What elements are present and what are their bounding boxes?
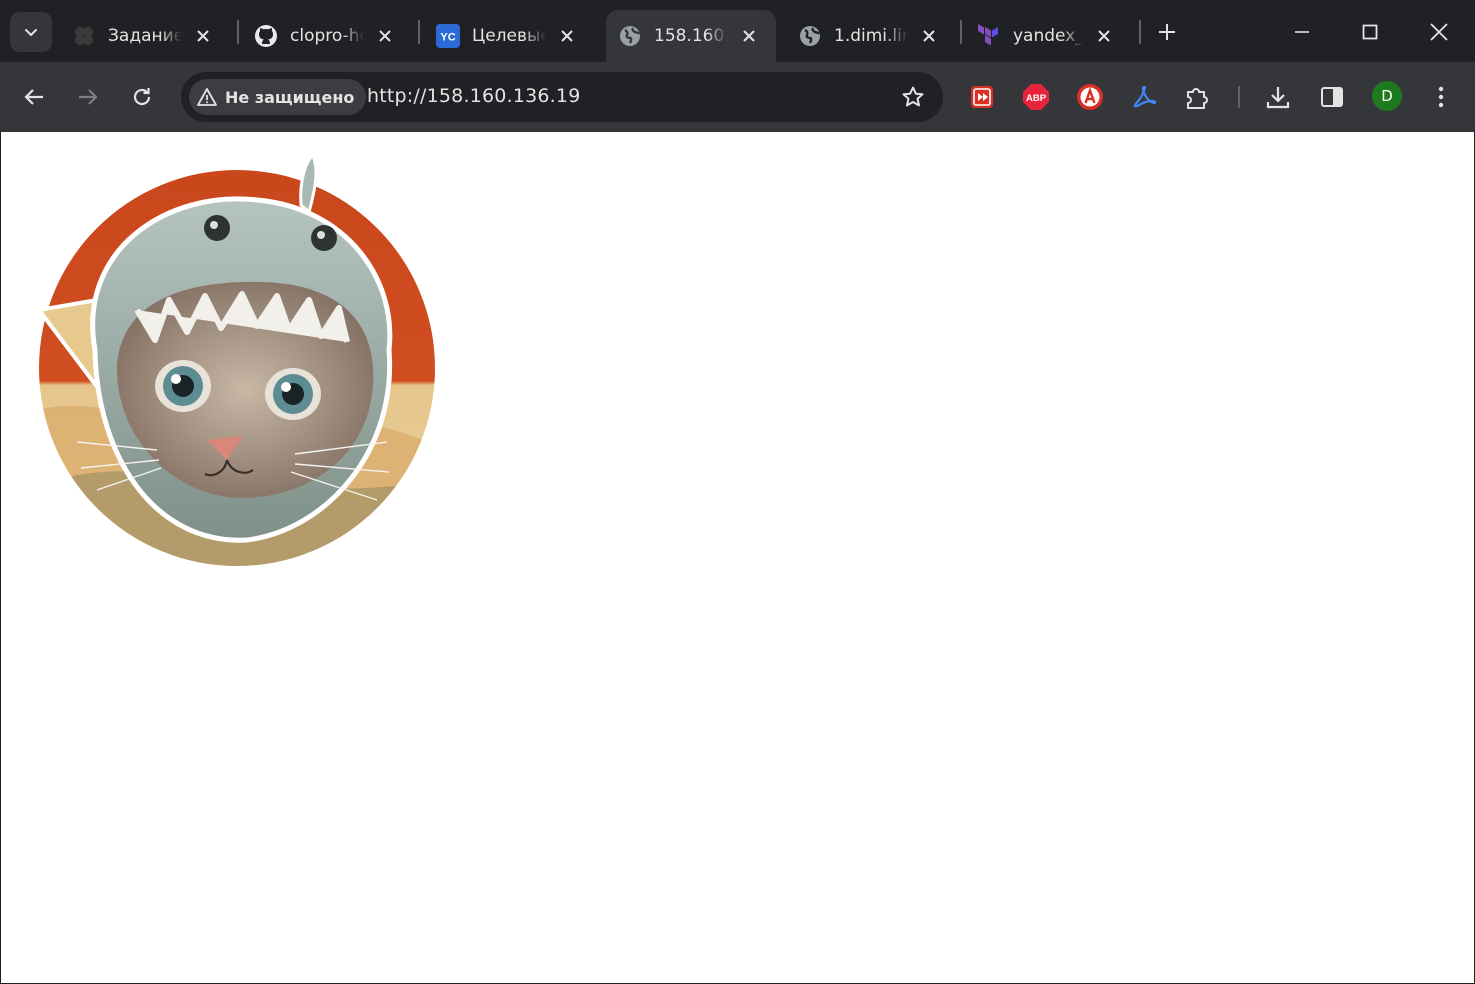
security-chip[interactable]: Не защищено	[189, 79, 367, 115]
acrobat-icon[interactable]	[1129, 82, 1159, 112]
close-icon[interactable]	[192, 25, 214, 47]
window-close-button[interactable]	[1416, 10, 1462, 54]
close-icon[interactable]	[738, 25, 760, 47]
tab-title: Задание: Домашнее задание	[108, 26, 182, 46]
minimize-button[interactable]	[1279, 10, 1325, 54]
close-icon[interactable]	[1093, 25, 1115, 47]
puzzle-icon[interactable]	[1183, 82, 1213, 112]
side-panel-icon[interactable]	[1317, 82, 1347, 112]
video-speed-icon[interactable]	[967, 82, 997, 112]
reload-button[interactable]	[124, 79, 160, 115]
bookmark-star-icon[interactable]	[901, 85, 925, 109]
page-content	[1, 132, 1474, 983]
globe-icon	[618, 24, 642, 48]
download-icon[interactable]	[1263, 82, 1293, 112]
svg-text:YC: YC	[440, 32, 455, 44]
chevron-down-icon	[25, 29, 37, 36]
new-tab-button[interactable]	[1144, 10, 1190, 54]
tab-title: yandex_storage_object	[1013, 26, 1083, 46]
minimize-icon	[1295, 31, 1309, 33]
arrow-left-icon	[24, 89, 43, 105]
yandex-cloud-icon: YC	[436, 24, 460, 48]
tab-strip: Задание: Домашнее задание clopro-homewor…	[0, 0, 1475, 62]
autopagerize-icon[interactable]	[1075, 82, 1105, 112]
tab-divider	[237, 20, 239, 44]
url-text[interactable]: http://158.160.136.19	[367, 85, 581, 107]
tab-dimi-link[interactable]: 1.dimi.link	[790, 10, 960, 62]
maximize-button[interactable]	[1347, 10, 1393, 54]
tab-title: clopro-homeworks	[290, 26, 364, 46]
tab-title: 1.dimi.link	[834, 26, 908, 46]
profile-avatar[interactable]: D	[1372, 81, 1402, 111]
terraform-icon	[977, 24, 1001, 48]
browser-toolbar: Не защищено http://158.160.136.19 ABP D	[0, 62, 1475, 132]
tab-title: 158.160.136.19	[654, 26, 728, 46]
omnibox[interactable]: Не защищено http://158.160.136.19	[181, 72, 943, 122]
reload-icon	[133, 88, 151, 106]
close-icon[interactable]	[918, 25, 940, 47]
github-icon	[254, 24, 278, 48]
close-icon[interactable]	[556, 25, 578, 47]
close-icon[interactable]	[374, 25, 396, 47]
adblock-plus-icon[interactable]: ABP	[1021, 82, 1051, 112]
tab-divider	[960, 20, 962, 44]
close-icon	[1430, 23, 1448, 41]
tab-active-ip[interactable]: 158.160.136.19	[606, 10, 776, 62]
maximize-icon	[1362, 24, 1378, 40]
tab-divider	[1139, 20, 1141, 44]
tab-zadanie[interactable]: Задание: Домашнее задание	[64, 10, 234, 62]
arrow-right-icon	[79, 89, 98, 105]
warning-icon	[197, 87, 217, 107]
tab-title: Целевые группы	[472, 26, 546, 46]
toolbar-divider	[1238, 86, 1240, 108]
tab-target-groups[interactable]: YC Целевые группы	[428, 10, 598, 62]
tab-search-button[interactable]	[10, 12, 52, 52]
svg-text:ABP: ABP	[1026, 93, 1047, 104]
security-label: Не защищено	[225, 87, 355, 107]
tab-divider	[418, 20, 420, 44]
tab-clopro[interactable]: clopro-homeworks	[246, 10, 416, 62]
forward-button[interactable]	[70, 79, 106, 115]
plus-icon	[1159, 24, 1175, 40]
back-button[interactable]	[16, 79, 52, 115]
menu-kebab-icon[interactable]	[1426, 82, 1456, 112]
tab-yandex-storage[interactable]: yandex_storage_object	[969, 10, 1129, 62]
cat-in-shark-hat-image	[37, 154, 435, 566]
grey-gear-icon	[72, 24, 96, 48]
globe-icon	[798, 24, 822, 48]
